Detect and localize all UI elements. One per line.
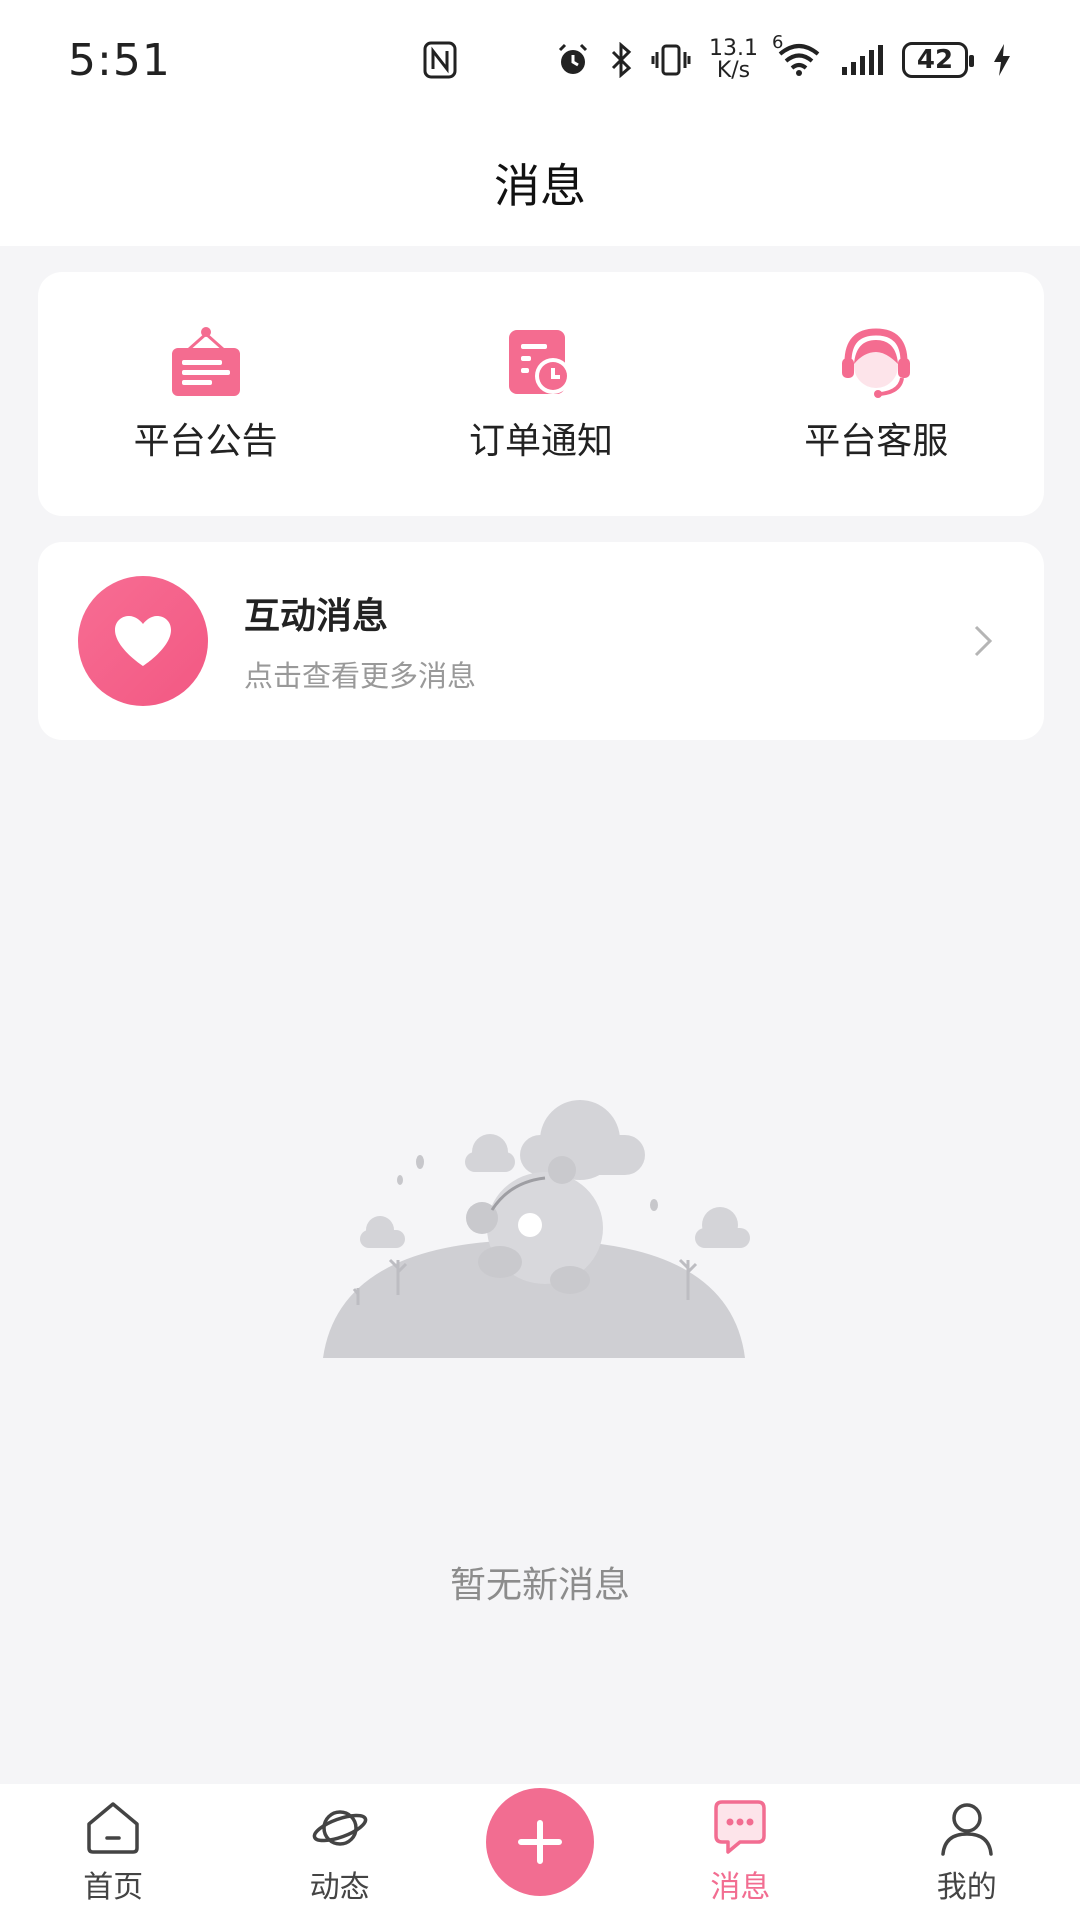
entry-label: 平台公告: [133, 421, 278, 462]
heart-avatar: [78, 576, 208, 706]
network-speed-unit: K/s: [716, 58, 751, 83]
entry-label: 订单通知: [468, 421, 613, 462]
nav-label: 首页: [83, 1870, 144, 1905]
entry-customer-service[interactable]: 平台客服: [726, 324, 1026, 464]
network-speed-value: 13.1: [709, 36, 758, 61]
bluetooth-icon: [609, 42, 633, 78]
battery-indicator: 42: [902, 42, 974, 78]
interactive-messages-subtitle: 点击查看更多消息: [244, 659, 477, 693]
home-icon: [87, 1802, 139, 1854]
messages-page: 5:51 13.1 K/s 6 42 消息 平台公告 订单通知 平台客服 互动消…: [0, 0, 1080, 1920]
nav-item-me[interactable]: 我的: [887, 1798, 1047, 1906]
entry-platform-announcement[interactable]: 平台公告: [56, 324, 356, 464]
wifi-icon: 6: [772, 32, 822, 78]
nav-item-home[interactable]: 首页: [33, 1798, 193, 1906]
plus-icon: [517, 1820, 562, 1864]
chat-bubble-icon: [714, 1800, 767, 1854]
network-speed: 13.1 K/s: [709, 38, 758, 82]
chevron-right-icon: [974, 625, 993, 657]
charging-icon: [992, 42, 1012, 78]
interactive-messages-title: 互动消息: [244, 596, 389, 637]
customer-service-icon: [842, 328, 911, 398]
wifi-badge: 6: [772, 32, 784, 53]
signal-icon: [840, 43, 884, 77]
order-notification-icon: [508, 330, 571, 394]
nav-label: 消息: [710, 1870, 771, 1905]
nav-item-messages[interactable]: 消息: [660, 1798, 820, 1906]
announcement-board-icon: [171, 327, 240, 396]
status-icons: 13.1 K/s 6 42: [423, 32, 1012, 82]
page-header: 消息: [0, 120, 1080, 246]
empty-state-illustration: [323, 1100, 750, 1358]
person-icon: [941, 1803, 993, 1856]
nav-label: 我的: [936, 1870, 997, 1905]
page-title: 消息: [494, 159, 586, 213]
interactive-messages-text: 互动消息 点击查看更多消息: [244, 587, 476, 695]
add-button[interactable]: [485, 1788, 594, 1896]
nav-item-feed[interactable]: 动态: [260, 1798, 420, 1906]
nav-label: 动态: [309, 1870, 370, 1905]
quick-entries-card: 平台公告 订单通知 平台客服: [38, 272, 1044, 516]
entry-order-notification[interactable]: 订单通知: [391, 324, 691, 464]
status-time: 5:51: [68, 34, 171, 86]
heart-icon: [115, 616, 171, 666]
nfc-icon: [423, 41, 457, 79]
alarm-icon: [555, 42, 591, 78]
vibrate-icon: [651, 42, 691, 78]
entry-label: 平台客服: [804, 421, 949, 462]
bottom-nav: 首页 动态 消息 我的: [0, 1784, 1080, 1920]
interactive-messages-item[interactable]: 互动消息 点击查看更多消息: [38, 542, 1044, 740]
empty-state-text: 暂无新消息: [449, 1565, 630, 1606]
planet-icon: [312, 1810, 367, 1846]
status-bar: 5:51 13.1 K/s 6 42: [0, 0, 1080, 120]
